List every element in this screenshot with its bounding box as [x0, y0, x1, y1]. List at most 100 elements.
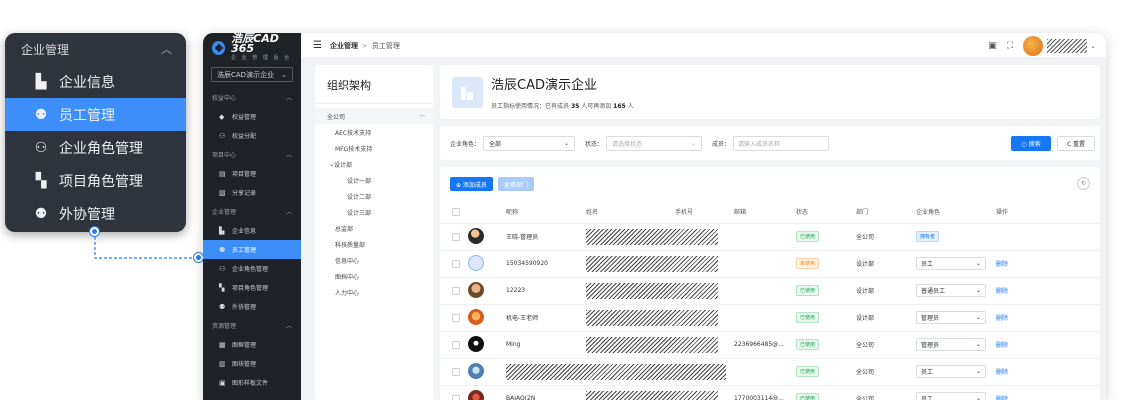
sidebar-item[interactable]: ▨ 分享记录	[203, 183, 301, 202]
delete-link[interactable]: 删除	[996, 261, 1008, 268]
table-row[interactable]: BAIAO(2N 1770003114@... 已使用 全公司 员工 ⌄ 删除	[440, 384, 1100, 400]
org-node[interactable]: 设计二部	[315, 188, 433, 204]
role-filter-select[interactable]: 全部 ⌄	[483, 135, 576, 151]
main-content: 浩辰CAD演示企业 员工指标使用情况：已有成员 35 人可再添加 165 人 企…	[440, 65, 1100, 400]
delete-link[interactable]: 删除	[996, 288, 1008, 295]
status-cell: 已使用	[796, 357, 856, 385]
chevron-down-icon: ⌄	[975, 287, 981, 294]
select-all-checkbox[interactable]	[452, 207, 460, 216]
delete-link[interactable]: 删除	[996, 396, 1008, 400]
add-member-button[interactable]: ⊕ 添加成员	[450, 177, 493, 191]
sidebar-item-label: 项目角色管理	[232, 285, 269, 292]
row-checkbox[interactable]	[452, 340, 460, 349]
org-node[interactable]: 人力中心	[315, 284, 433, 300]
role-cell: 普通员工 ⌄	[916, 276, 996, 304]
delete-link[interactable]: 删除	[996, 315, 1008, 322]
department-cell: 全公司	[856, 357, 916, 385]
role-select[interactable]: 普通员工 ⌄	[916, 284, 986, 297]
nickname-cell: 王晓-管理员	[506, 222, 586, 250]
sidebar-item[interactable]: ⚇ 权益分配	[203, 126, 301, 145]
user-avatar[interactable]	[1023, 36, 1044, 56]
delete-link[interactable]: 删除	[996, 342, 1008, 349]
breadcrumb-first[interactable]: 企业管理	[330, 41, 358, 51]
sidebar-item[interactable]: ▤ 项目管理	[203, 164, 301, 183]
table-actions: ⊕ 添加成员 更换部门	[440, 167, 1100, 201]
sidebar-group[interactable]: 权益中心 ︿	[203, 88, 301, 107]
role-select[interactable]: 管理员 ⌄	[916, 311, 986, 324]
company-select[interactable]: 浩辰CAD演示企业 ⌄	[211, 67, 293, 82]
redacted-cell	[586, 276, 734, 304]
org-node[interactable]: 设计三部	[315, 204, 433, 220]
sidebar-item[interactable]: ▚ 项目角色管理	[203, 278, 301, 297]
org-node[interactable]: 科技质量部	[315, 236, 433, 252]
role-select-value: 员工	[921, 396, 934, 400]
table-row[interactable]: 机电-王老师 已使用 设计部 管理员 ⌄ 删除	[440, 303, 1100, 331]
sidebar-item[interactable]: ▦ 图框管理	[203, 335, 301, 354]
checkbox-cell	[440, 303, 468, 331]
template-icon: ▣	[219, 378, 226, 387]
role-badge: 拥有者	[916, 231, 940, 242]
sidebar-item-label: 权益管理	[232, 114, 257, 121]
sidebar-item[interactable]: ▥ 图块管理	[203, 354, 301, 373]
sidebar-item[interactable]: ⚉ 员工管理	[203, 240, 301, 259]
role-select[interactable]: 员工 ⌄	[916, 392, 986, 400]
org-node[interactable]: ⌄ 设计部	[315, 156, 433, 172]
org-node[interactable]: 总监部	[315, 220, 433, 236]
sidebar-item[interactable]: ▙ 企业信息	[203, 221, 301, 240]
table-row[interactable]: 王晓-管理员 已使用 全公司 拥有者	[440, 222, 1100, 250]
member-table: 昵称 姓名 手机号 邮箱 状态 部门 企业角色 操作 王晓-管理员 已使用 全公司 拥有者 15034…	[440, 201, 1100, 400]
table-row[interactable]: 已使用 全公司 员工 ⌄ 删除	[440, 357, 1100, 385]
table-row[interactable]: 12223 已使用 设计部 普通员工 ⌄ 删除	[440, 276, 1100, 304]
menu-toggle-icon[interactable]: ☰	[313, 40, 322, 51]
sidebar-group[interactable]: 项目中心 ︿	[203, 145, 301, 164]
row-checkbox[interactable]	[452, 259, 460, 268]
sidebar-item[interactable]: ▣ 图形样板文件	[203, 373, 301, 392]
email-cell: 1770003114@...	[734, 384, 796, 400]
fullscreen-icon[interactable]: ⛶	[1007, 41, 1013, 51]
chevron-down-icon[interactable]: ⌄	[1090, 42, 1096, 50]
translate-icon[interactable]: ▣	[988, 41, 997, 51]
org-node-label: 设计一部	[347, 177, 372, 185]
search-button[interactable]: ○ 搜索	[1011, 136, 1051, 151]
sidebar-item[interactable]: ⚉ 外协管理	[203, 297, 301, 316]
sidebar-item-label: 图框管理	[232, 342, 257, 349]
role-select[interactable]: 员工 ⌄	[916, 257, 986, 270]
row-checkbox[interactable]	[452, 367, 460, 376]
sidebar-group[interactable]: 资源管理 ︿	[203, 316, 301, 335]
email-cell	[734, 357, 796, 385]
status-filter-select[interactable]: 请选择状态 ⌄	[606, 135, 703, 151]
sidebar-item[interactable]: ⚇ 企业角色管理	[203, 259, 301, 278]
row-checkbox[interactable]	[452, 394, 460, 400]
reset-button[interactable]: C 重置	[1057, 136, 1095, 151]
logo[interactable]: 浩辰CAD 365 企 业 管 理 后 台	[203, 33, 301, 63]
role-filter-value: 全部	[489, 140, 502, 148]
role-select-value: 员工	[921, 261, 934, 268]
org-node[interactable]: 设计一部	[315, 172, 433, 188]
table-row[interactable]: Ming 2236966485@... 已使用 全公司 管理员 ⌄ 删除	[440, 330, 1100, 358]
avatar	[468, 281, 484, 298]
delete-link[interactable]: 删除	[996, 369, 1008, 376]
org-node[interactable]: 信息中心	[315, 252, 433, 268]
org-node-root[interactable]: 全公司 ···	[315, 108, 433, 124]
table-row[interactable]: 15034590920 未使用 设计部 员工 ⌄ 删除	[440, 249, 1100, 277]
more-icon[interactable]: ···	[419, 113, 425, 120]
sidebar-item[interactable]: ◆ 权益管理	[203, 107, 301, 126]
org-node[interactable]: 图档中心	[315, 268, 433, 284]
role-select[interactable]: 员工 ⌄	[916, 365, 986, 378]
member-search-input[interactable]: 请输入成员名称	[733, 135, 830, 151]
redacted-block	[586, 282, 718, 299]
logo-title: 浩辰CAD 365	[231, 33, 279, 55]
row-checkbox[interactable]	[452, 232, 460, 241]
refresh-icon[interactable]: ↻	[1077, 177, 1090, 190]
status-badge: 已使用	[796, 231, 820, 242]
sidebar-group[interactable]: 企业管理 ︿	[203, 202, 301, 221]
change-department-button[interactable]: 更换部门	[497, 177, 534, 191]
row-checkbox[interactable]	[452, 313, 460, 322]
usage-suffix: 人	[627, 103, 634, 110]
row-checkbox[interactable]	[452, 286, 460, 295]
role-select[interactable]: 管理员 ⌄	[916, 338, 986, 351]
org-node[interactable]: AEC技术支持	[315, 124, 433, 140]
sidebar-item-label: 分享记录	[232, 190, 257, 197]
avatar	[468, 254, 484, 271]
org-node[interactable]: MFG技术支持	[315, 140, 433, 156]
